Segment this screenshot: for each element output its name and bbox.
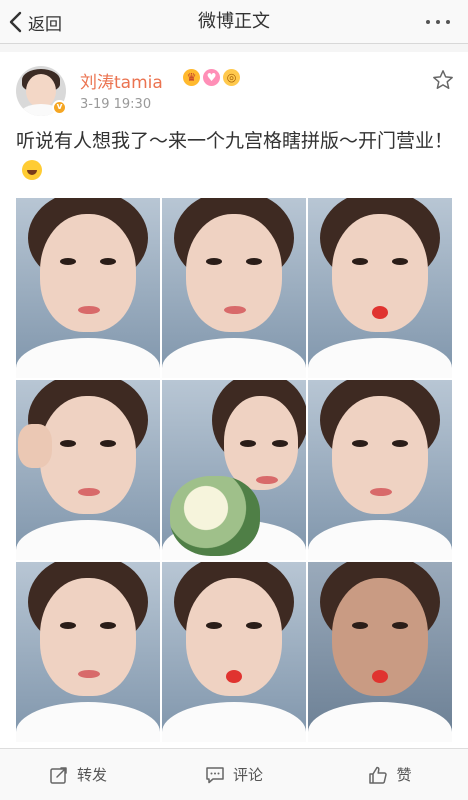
post-text: 听说有人想我了～来一个九宫格瞎拼版～开门营业！ [16, 126, 456, 186]
photo-lips [226, 670, 242, 683]
username[interactable]: 刘涛tamia [80, 68, 163, 93]
comment-label: 评论 [232, 766, 263, 784]
photo-face [40, 578, 136, 696]
photo-hand [18, 424, 52, 468]
photo-lips [372, 670, 388, 683]
flower-bouquet [170, 476, 260, 556]
star-outline-icon[interactable] [432, 69, 454, 91]
photo-eye [100, 440, 116, 447]
photo-5[interactable] [162, 380, 306, 560]
photo-eye [100, 258, 116, 265]
heart-badge-icon[interactable]: ♥ [203, 69, 220, 86]
laugh-emoji-icon [22, 160, 42, 180]
chevron-left-icon [9, 11, 22, 33]
post-card: v 刘涛tamia ♛ ♥ ◎ 3-19 19:30 听说有人想我了～来一个九宫… [0, 52, 468, 748]
photo-face [40, 214, 136, 332]
photo-8[interactable] [162, 562, 306, 742]
photo-eye [352, 622, 368, 629]
comment-icon [206, 766, 224, 783]
more-button[interactable] [420, 0, 456, 44]
comment-button[interactable]: 评论 [156, 749, 312, 800]
photo-eye [206, 258, 222, 265]
like-button[interactable]: 赞 [312, 749, 468, 800]
back-label: 返回 [28, 14, 62, 35]
page-title: 微博正文 [198, 11, 270, 32]
photo-9[interactable] [308, 562, 452, 742]
repost-label: 转发 [76, 766, 107, 784]
verified-badge-icon: v [52, 100, 67, 115]
thumbs-up-icon [369, 766, 388, 784]
photo-eye [60, 258, 76, 265]
post-text-content: 听说有人想我了～来一个九宫格瞎拼版～开门营业！ [16, 130, 454, 152]
avatar-face [26, 74, 56, 108]
like-label: 赞 [396, 766, 412, 784]
photo-lips [224, 306, 246, 314]
user-badges: ♛ ♥ ◎ [183, 69, 243, 86]
more-dot [446, 20, 450, 24]
nav-bar: 返回 微博正文 [0, 0, 468, 44]
photo-3[interactable] [308, 198, 452, 378]
back-button[interactable]: 返回 [8, 0, 62, 44]
photo-lips [78, 306, 100, 314]
photo-eye [60, 622, 76, 629]
repost-icon [50, 766, 67, 784]
photo-lips [256, 476, 278, 484]
more-dots-icon [426, 20, 430, 24]
photo-4[interactable] [16, 380, 160, 560]
photo-lips [372, 306, 388, 319]
photo-eye [206, 622, 222, 629]
post-timestamp: 3-19 19:30 [80, 97, 152, 112]
photo-1[interactable] [16, 198, 160, 378]
photo-eye [392, 440, 408, 447]
photo-7[interactable] [16, 562, 160, 742]
repost-button[interactable]: 转发 [0, 749, 156, 800]
photo-eye [246, 258, 262, 265]
photo-lips [78, 488, 100, 496]
more-dot [436, 20, 440, 24]
photo-2[interactable] [162, 198, 306, 378]
photo-lips [78, 670, 100, 678]
photo-eye [240, 440, 256, 447]
photo-6[interactable] [308, 380, 452, 560]
photo-eye [60, 440, 76, 447]
photo-face [332, 396, 428, 514]
photo-eye [246, 622, 262, 629]
member-badge-icon[interactable]: ◎ [223, 69, 240, 86]
photo-eye [352, 258, 368, 265]
photo-eye [392, 258, 408, 265]
photo-eye [272, 440, 288, 447]
photo-grid [16, 198, 452, 743]
photo-eye [392, 622, 408, 629]
crown-badge-icon[interactable]: ♛ [183, 69, 200, 86]
photo-eye [100, 622, 116, 629]
photo-eye [352, 440, 368, 447]
photo-face [186, 214, 282, 332]
bottom-toolbar: 转发 评论 赞 [0, 748, 468, 800]
photo-face [40, 396, 136, 514]
photo-lips [370, 488, 392, 496]
